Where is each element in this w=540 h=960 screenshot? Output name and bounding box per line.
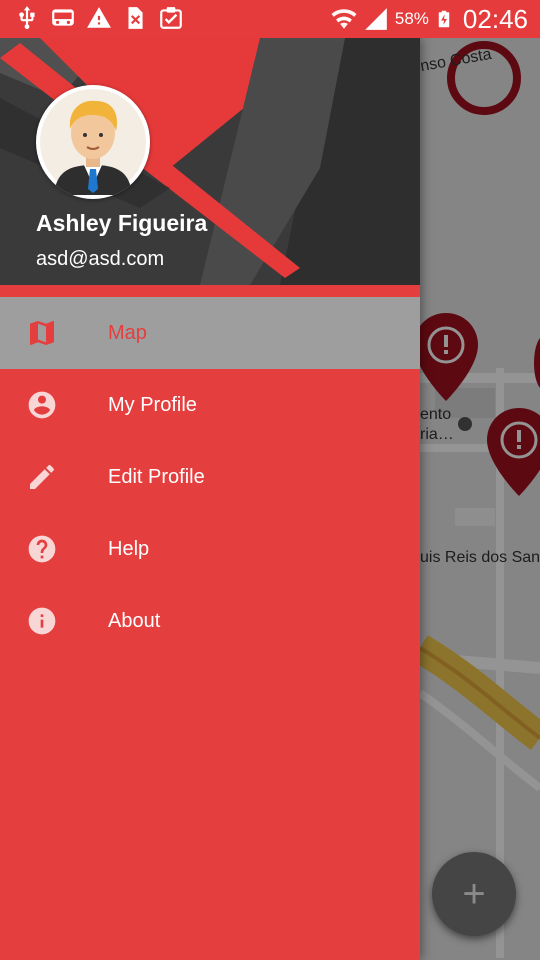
menu-item-label: About: [108, 609, 161, 632]
help-circle-icon: [28, 535, 56, 563]
drawer-menu: Map My Profile Edit Profile Help About: [0, 297, 420, 657]
wifi-icon: [331, 9, 357, 29]
status-bar: 58% 02:46: [0, 0, 540, 38]
menu-item-label: My Profile: [108, 393, 197, 416]
no-sim-icon: [128, 7, 143, 29]
menu-item-my-profile[interactable]: My Profile: [0, 369, 420, 441]
signal-icon: [365, 8, 387, 30]
menu-item-help[interactable]: Help: [0, 513, 420, 585]
menu-item-about[interactable]: About: [0, 585, 420, 657]
add-report-fab[interactable]: +: [432, 852, 516, 936]
battery-percentage: 58%: [394, 9, 429, 28]
avatar[interactable]: [36, 85, 150, 199]
plus-icon: +: [462, 872, 486, 916]
map-icon: [30, 321, 54, 345]
bus-icon: [52, 9, 74, 26]
menu-item-map[interactable]: Map: [0, 297, 420, 369]
menu-item-label: Help: [108, 537, 150, 560]
menu-item-edit-profile[interactable]: Edit Profile: [0, 441, 420, 513]
user-email: asd@asd.com: [36, 248, 165, 270]
info-icon: [28, 607, 56, 635]
user-avatar-icon: [40, 89, 146, 195]
pencil-icon: [30, 464, 55, 489]
navigation-drawer: Ashley Figueira asd@asd.com Map My Profi…: [0, 38, 420, 960]
clock: 02:46: [462, 3, 528, 34]
menu-item-label: Map: [108, 321, 147, 344]
clipboard-check-icon: [160, 7, 182, 29]
header-divider: [0, 285, 420, 297]
warning-icon: [87, 7, 111, 28]
account-circle-icon: [28, 391, 56, 419]
drawer-header: Ashley Figueira asd@asd.com: [0, 38, 420, 285]
battery-charging-icon: [438, 10, 450, 28]
usb-icon: [19, 6, 35, 30]
menu-item-label: Edit Profile: [108, 465, 205, 488]
user-name: Ashley Figueira: [36, 210, 208, 236]
